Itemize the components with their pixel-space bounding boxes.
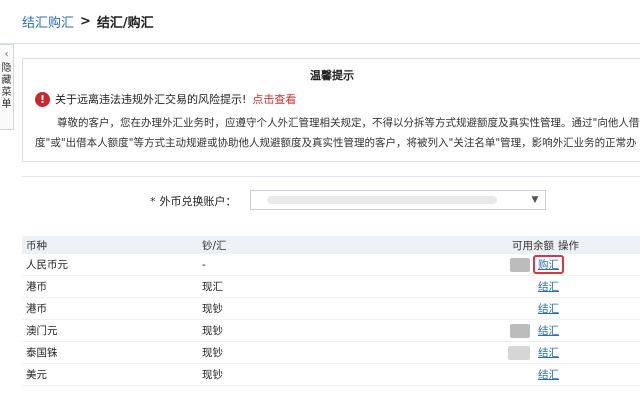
table-row: 澳门元 现钞 结汇 (22, 320, 640, 342)
balance-redacted (510, 323, 530, 338)
account-label: * 外币兑换账户： (150, 193, 237, 209)
action-wrap: 结汇 (538, 345, 559, 360)
settle-fx-link[interactable]: 结汇 (538, 347, 559, 359)
currency-table: 币种 钞/汇 可用余额 操作 人民币元 - 购汇 港币 现汇 结汇 港币 现钞 结汇 澳门元 现钞结… (22, 236, 640, 386)
warning-text: 关于远离违法违规外汇交易的风险提示! (55, 93, 247, 106)
chevron-down-icon: ▼ (531, 195, 539, 205)
highlight-box: 购汇 (533, 255, 564, 274)
cell-balance (496, 257, 538, 272)
table-row: 人民币元 - 购汇 (22, 254, 640, 276)
cell-action: 结汇 (538, 367, 618, 382)
notice-body: 尊敬的客户，您在办理外汇业务时，应遵守个人外汇管理相关规定，不得以分拆等方式规避… (35, 113, 640, 153)
notice-body-line1: 尊敬的客户，您在办理外汇业务时，应遵守个人外汇管理相关规定，不得以分拆等方式规避… (57, 117, 640, 129)
table-row: 泰国铢 现钞 结汇 (22, 342, 640, 364)
cell-balance (496, 323, 538, 338)
cell-cash-type: 现钞 (202, 303, 223, 315)
action-wrap: 结汇 (538, 367, 559, 382)
alert-icon: ! (35, 91, 50, 107)
settle-fx-link[interactable]: 结汇 (538, 325, 559, 337)
breadcrumb: 结汇购汇 > 结汇/购汇 (0, 0, 640, 44)
balance-redacted (510, 257, 530, 272)
table-body: 人民币元 - 购汇 港币 现汇 结汇 港币 现钞 结汇 澳门元 现钞 结汇 泰国铢 现钞 结汇 美元 现钞 结汇 (22, 254, 640, 386)
table-header: 币种 钞/汇 可用余额 操作 (22, 236, 640, 254)
cell-cash-type: 现钞 (202, 325, 223, 337)
header-action: 操作 (558, 239, 579, 252)
cell-action: 结汇 (538, 345, 618, 360)
purchase-fx-link[interactable]: 购汇 (538, 259, 559, 271)
account-panel: * 外币兑换账户： ▼ (22, 176, 640, 226)
account-label-text: 外币兑换账户： (159, 195, 237, 208)
cell-cash-type: 现汇 (202, 281, 223, 293)
settle-fx-link[interactable]: 结汇 (538, 281, 559, 293)
cell-cash-type: 现钞 (202, 369, 223, 381)
action-wrap: 结汇 (538, 279, 559, 294)
cell-currency: 港币 (26, 281, 47, 293)
header-cash-type: 钞/汇 (202, 239, 227, 252)
cell-action: 购汇 (533, 255, 618, 274)
cell-action: 结汇 (538, 301, 618, 316)
warning-row: ! 关于远离违法违规外汇交易的风险提示! 点击查看 (35, 91, 296, 107)
account-select[interactable]: ▼ (250, 190, 546, 210)
table-row: 港币 现钞 结汇 (22, 298, 640, 320)
settle-fx-link[interactable]: 结汇 (538, 303, 559, 315)
table-row: 港币 现汇 结汇 (22, 276, 640, 298)
cell-currency: 港币 (26, 303, 47, 315)
header-currency: 币种 (26, 239, 47, 252)
cell-action: 结汇 (538, 279, 618, 294)
notice-title: 温馨提示 (310, 69, 354, 82)
cell-cash-type: 现钞 (202, 347, 223, 359)
breadcrumb-separator: > (80, 14, 91, 29)
cell-balance (496, 345, 538, 360)
notice-body-line2: 度"或"出借本人额度"等方式主动规避或协助他人规避额度及真实性管理的客户，将被列… (35, 137, 637, 149)
breadcrumb-current: 结汇/购汇 (96, 16, 154, 31)
hide-menu-toggle[interactable]: ‹ 隐藏菜单 (0, 44, 14, 130)
cell-currency: 泰国铢 (26, 347, 58, 359)
breadcrumb-link[interactable]: 结汇购汇 (22, 12, 74, 31)
cell-cash-type: - (202, 258, 206, 271)
warning-view-link[interactable]: 点击查看 (252, 91, 296, 107)
chevron-left-icon: ‹ (4, 49, 9, 60)
cell-currency: 美元 (26, 369, 47, 381)
cell-currency: 澳门元 (26, 325, 58, 337)
account-value-redacted (267, 196, 497, 204)
notice-panel: 温馨提示 ! 关于远离违法违规外汇交易的风险提示! 点击查看 尊敬的客户，您在办… (22, 58, 640, 162)
cell-currency: 人民币元 (26, 259, 68, 271)
table-row: 美元 现钞 结汇 (22, 364, 640, 386)
hide-menu-label: 隐藏菜单 (1, 63, 12, 110)
header-balance: 可用余额 (512, 239, 554, 252)
action-wrap: 结汇 (538, 323, 559, 338)
page: 结汇购汇 > 结汇/购汇 ‹ 隐藏菜单 温馨提示 ! 关于远离违法违规外汇交易的… (0, 0, 640, 400)
balance-redacted (508, 345, 530, 360)
cell-action: 结汇 (538, 323, 618, 338)
action-wrap: 结汇 (538, 301, 559, 316)
settle-fx-link[interactable]: 结汇 (538, 369, 559, 381)
required-mark: * (150, 195, 156, 208)
